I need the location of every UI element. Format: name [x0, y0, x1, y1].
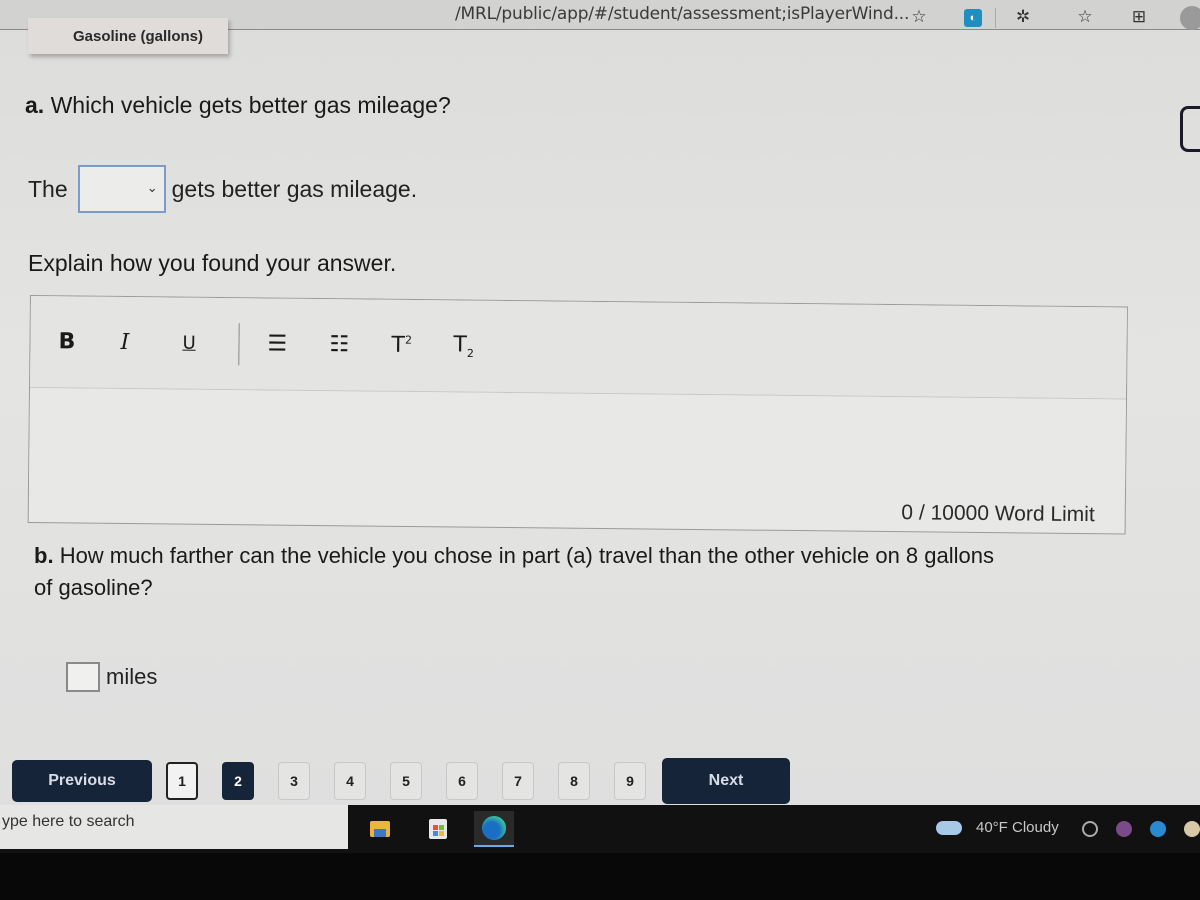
subscript-button[interactable]: T2 [453, 332, 515, 360]
question-b-label: b. [34, 543, 54, 568]
previous-button[interactable]: Previous [12, 760, 152, 802]
chart-axis-label: Gasoline (gallons) [28, 18, 228, 54]
address-bar[interactable]: /MRL/public/app/#/student/assessment;isP… [455, 4, 909, 24]
extensions-puzzle-icon[interactable]: ✲ [1012, 6, 1034, 28]
superscript-icon: T [391, 332, 406, 358]
page-button-4[interactable]: 4 [334, 762, 366, 800]
extension-icon[interactable]: ◐ [964, 9, 982, 27]
app-tray-icon[interactable] [1184, 821, 1200, 837]
subscript-mark: 2 [466, 346, 474, 360]
superscript-button[interactable]: T2 [391, 333, 453, 359]
question-b-text: How much farther can the vehicle you cho… [34, 543, 994, 600]
page-button-3[interactable]: 3 [278, 762, 310, 800]
page-button-6[interactable]: 6 [446, 762, 478, 800]
vehicle-select[interactable]: ⌄ [77, 165, 166, 213]
question-a-text: Which vehicle gets better gas mileage? [50, 92, 451, 118]
superscript-mark: 2 [404, 333, 413, 347]
windows-taskbar: ype here to search 40°F Cloudy [0, 805, 1200, 853]
page-button-5[interactable]: 5 [390, 762, 422, 800]
edge-tray-icon[interactable] [1150, 821, 1166, 837]
bold-button[interactable]: B [58, 329, 120, 355]
taskbar-search-input[interactable]: ype here to search [0, 805, 348, 849]
store-icon [429, 819, 447, 839]
favorites-icon[interactable]: ☆ [1074, 6, 1096, 28]
miles-answer-row: miles [66, 662, 157, 692]
add-favorite-icon[interactable]: ☆ [908, 6, 930, 28]
store-button[interactable] [418, 811, 458, 847]
bullet-list-button[interactable]: ☰ [267, 331, 329, 357]
miles-input[interactable] [66, 662, 100, 692]
weather-widget[interactable]: 40°F Cloudy [936, 819, 1059, 836]
rich-text-editor: B I U ☰ ☷ T2 T2 0 / 10000 Word Limit [27, 295, 1128, 535]
collections-icon[interactable]: ⊞ [1128, 6, 1150, 28]
weather-text: 40°F Cloudy [976, 819, 1059, 836]
page-button-1[interactable]: 1 [166, 762, 198, 800]
cloud-icon [936, 820, 962, 835]
explain-prompt: Explain how you found your answer. [28, 250, 397, 276]
question-a-title: a. Which vehicle gets better gas mileage… [25, 92, 451, 119]
toolbar-divider [995, 8, 996, 28]
folder-icon [370, 821, 390, 837]
screen-bezel [0, 853, 1200, 900]
side-panel-handle[interactable] [1180, 106, 1200, 152]
sentence-prefix: The [28, 175, 68, 202]
question-a-label: a. [25, 92, 45, 118]
edge-button[interactable] [474, 811, 514, 847]
page-button-9[interactable]: 9 [614, 762, 646, 800]
cortana-icon[interactable] [1082, 821, 1098, 837]
subscript-icon: T [453, 332, 468, 358]
bullet-list-icon: ☰ [267, 331, 288, 357]
file-explorer-button[interactable] [360, 811, 400, 847]
italic-button[interactable]: I [120, 330, 182, 356]
teams-icon[interactable] [1116, 821, 1132, 837]
question-b: b. How much farther can the vehicle you … [34, 540, 994, 604]
miles-unit-label: miles [106, 664, 158, 689]
edge-icon [482, 816, 506, 840]
question-pagination: Previous 1 2 3 4 5 6 7 8 9 Next [12, 758, 790, 804]
editor-toolbar: B I U ☰ ☷ T2 T2 [30, 296, 1127, 400]
chevron-down-icon: ⌄ [146, 180, 158, 195]
sentence-suffix: gets better gas mileage. [171, 175, 418, 202]
next-button[interactable]: Next [662, 758, 790, 804]
answer-sentence: The ⌄ gets better gas mileage. [28, 165, 417, 213]
toolbar-separator [238, 322, 240, 365]
page-button-2[interactable]: 2 [222, 762, 254, 800]
word-limit-counter: 0 / 10000 Word Limit [901, 501, 1095, 527]
page-button-8[interactable]: 8 [558, 762, 590, 800]
profile-icon[interactable] [1180, 6, 1200, 30]
page-button-7[interactable]: 7 [502, 762, 534, 800]
numbered-list-button[interactable]: ☷ [329, 332, 391, 358]
numbered-list-icon: ☷ [329, 332, 350, 358]
explanation-textarea[interactable] [29, 388, 1126, 495]
underline-button[interactable]: U [182, 333, 238, 355]
